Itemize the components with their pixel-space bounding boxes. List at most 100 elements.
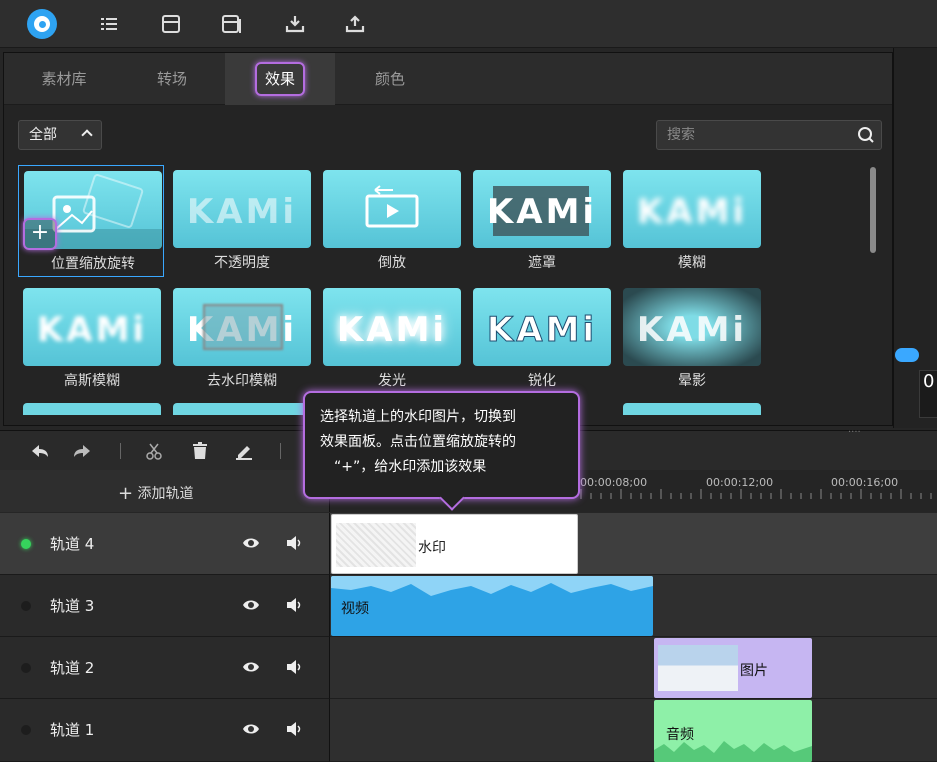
- effect-card-glow[interactable]: KAMi 发光: [318, 283, 464, 395]
- effect-card-mask[interactable]: KAMi 遮罩: [468, 165, 614, 277]
- effects-scrollbar[interactable]: [870, 167, 876, 253]
- preview-slider-handle[interactable]: [895, 348, 919, 362]
- tab-material-library[interactable]: 素材库: [34, 53, 94, 105]
- track-active-indicator[interactable]: [21, 539, 31, 549]
- watermark-clip[interactable]: 水印: [331, 514, 578, 574]
- effect-thumbnail: KAMi: [623, 170, 761, 248]
- video-waveform: [331, 576, 653, 596]
- tooltip-line: “+”，给水印添加该效果: [334, 459, 487, 475]
- effect-label: 倒放: [378, 255, 406, 271]
- track-lane-2[interactable]: [330, 637, 937, 699]
- effect-card-watermark-blur[interactable]: KAMi 去水印模糊: [168, 283, 314, 395]
- audio-clip[interactable]: 音频: [654, 700, 812, 762]
- add-track-button[interactable]: + 添加轨道: [118, 482, 194, 504]
- track-active-indicator[interactable]: [21, 601, 31, 611]
- top-toolbar: [0, 0, 937, 48]
- kami-text: KAMi: [36, 310, 148, 350]
- kami-text: KAMi: [636, 310, 748, 350]
- clip-label: 水印: [418, 540, 446, 556]
- effect-label: 高斯模糊: [64, 373, 120, 389]
- effect-thumbnail: KAMi: [23, 288, 161, 366]
- tab-transitions[interactable]: 转场: [142, 53, 202, 105]
- image-thumbnail: [658, 645, 738, 691]
- guide-tooltip: 选择轨道上的水印图片，切换到 效果面板。点击位置缩放旋转的 “+”，给水印添加该…: [303, 391, 580, 499]
- clip-label: 音频: [666, 727, 694, 743]
- effect-label: 模糊: [678, 255, 706, 271]
- eye-icon[interactable]: [242, 598, 260, 612]
- clip-label: 视频: [341, 601, 369, 617]
- kami-text: KAMi: [486, 310, 598, 351]
- app-logo[interactable]: [27, 9, 57, 39]
- plus-icon: +: [118, 483, 134, 504]
- edit-icon[interactable]: [234, 442, 254, 460]
- menu-icon[interactable]: [98, 13, 120, 35]
- effects-panel: 素材库 转场 效果 颜色 全部 搜索 位置缩放旋转 KAMi 不透明度 倒放 K…: [3, 52, 893, 426]
- track-row-1[interactable]: 轨道 1: [0, 699, 330, 762]
- preview-timecode: 0: [919, 370, 937, 418]
- tab-effects[interactable]: 效果: [225, 53, 335, 105]
- volume-icon[interactable]: [285, 720, 303, 738]
- effect-card-sharpen[interactable]: KAMi 锐化: [468, 283, 614, 395]
- effects-grid: 位置缩放旋转 KAMi 不透明度 倒放 KAMi 遮罩 KAMi 模糊 KAMi…: [18, 165, 868, 415]
- chevron-up-icon: [81, 129, 93, 141]
- effect-thumbnail: KAMi: [623, 288, 761, 366]
- category-filter-dropdown[interactable]: 全部: [18, 120, 102, 150]
- cut-icon[interactable]: [144, 442, 164, 460]
- add-effect-button[interactable]: +: [23, 218, 57, 250]
- ruler-label: 00:00:08;00: [580, 476, 648, 489]
- eye-icon[interactable]: [242, 722, 260, 736]
- video-clip[interactable]: 视频: [331, 576, 653, 636]
- effect-label: 遮罩: [528, 255, 556, 271]
- video-editor-app: 素材库 转场 效果 颜色 全部 搜索 位置缩放旋转 KAMi 不透明度 倒放 K…: [0, 0, 937, 762]
- track-row-2[interactable]: 轨道 2: [0, 637, 330, 699]
- effect-thumbnail: KAMi: [173, 170, 311, 248]
- volume-icon[interactable]: [285, 596, 303, 614]
- effect-card-blur[interactable]: KAMi 模糊: [618, 165, 764, 277]
- track-row-4[interactable]: 轨道 4: [0, 513, 330, 575]
- save-icon[interactable]: [160, 13, 182, 35]
- effect-card-gaussian-blur[interactable]: KAMi 高斯模糊: [18, 283, 164, 395]
- import-icon[interactable]: [284, 13, 306, 35]
- track-lane-1[interactable]: [330, 699, 937, 762]
- track-name: 轨道 3: [50, 597, 95, 615]
- effect-thumbnail: KAMi: [323, 288, 461, 366]
- volume-icon[interactable]: [285, 658, 303, 676]
- effect-card-vignette[interactable]: KAMi 晕影: [618, 283, 764, 395]
- effect-card-opacity[interactable]: KAMi 不透明度: [168, 165, 314, 277]
- effect-label: 晕影: [678, 373, 706, 389]
- delete-icon[interactable]: [190, 442, 210, 460]
- tab-color[interactable]: 颜色: [360, 53, 420, 105]
- effect-thumbnail: KAMi: [173, 288, 311, 366]
- redo-icon[interactable]: [72, 442, 92, 460]
- image-clip[interactable]: 图片: [654, 638, 812, 698]
- track-active-indicator[interactable]: [21, 663, 31, 673]
- effect-label: 锐化: [528, 373, 556, 389]
- resize-handle[interactable]: ····: [848, 427, 861, 438]
- ruler-ticks: [580, 489, 932, 499]
- track-active-indicator[interactable]: [21, 725, 31, 735]
- reverse-play-icon: [365, 185, 419, 228]
- track-name: 轨道 4: [50, 535, 95, 553]
- clip-label: 图片: [740, 663, 768, 679]
- search-icon[interactable]: [857, 126, 875, 144]
- track-row-3[interactable]: 轨道 3: [0, 575, 330, 637]
- effect-label: 发光: [378, 373, 406, 389]
- eye-icon[interactable]: [242, 536, 260, 550]
- effect-thumbnail: [323, 170, 461, 248]
- effect-card-reverse[interactable]: 倒放: [318, 165, 464, 277]
- tooltip-line: 效果面板。点击位置缩放旋转的: [320, 434, 516, 450]
- ruler-label: 00:00:12;00: [706, 476, 774, 489]
- kami-text: KAMi: [336, 310, 448, 350]
- tooltip-line: 选择轨道上的水印图片，切换到: [320, 409, 516, 425]
- timeline-header: + 添加轨道: [0, 470, 330, 512]
- save-as-icon[interactable]: [220, 13, 242, 35]
- kami-text: KAMi: [636, 192, 748, 232]
- export-icon[interactable]: [344, 13, 366, 35]
- panel-tabs: 素材库 转场 效果 颜色: [4, 53, 892, 105]
- volume-icon[interactable]: [285, 534, 303, 552]
- track-name: 轨道 2: [50, 659, 95, 677]
- undo-icon[interactable]: [30, 442, 50, 460]
- kami-text: KAMi: [186, 192, 298, 232]
- eye-icon[interactable]: [242, 660, 260, 674]
- search-input[interactable]: [657, 121, 847, 149]
